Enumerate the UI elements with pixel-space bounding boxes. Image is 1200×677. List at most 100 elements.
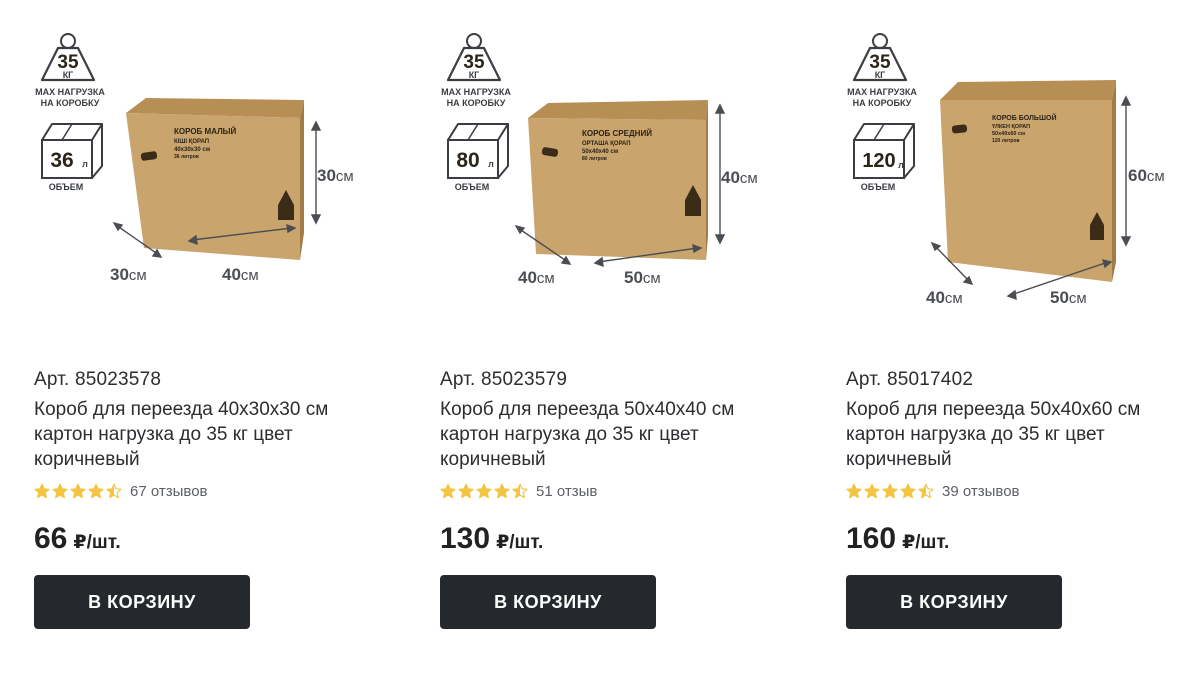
box-print-line2: КІШІ ҚОРАП: [174, 139, 209, 145]
dim-width-unit: см: [643, 270, 661, 287]
dim-width: 50: [624, 268, 643, 287]
cardboard-box-illustration: КОРОБ СРЕДНИЙ ОРТАША ҚОРАП 50х40х40 см 8…: [528, 100, 708, 260]
rating-stars: [34, 483, 122, 499]
product-card[interactable]: 35 КГ MAX НАГРУЗКА НА КОРОБКУ 36 л ОБЪЕМ…: [34, 0, 414, 677]
volume-caption: ОБЪЕМ: [861, 182, 895, 192]
weight-badge-icon: 35 КГ: [40, 33, 96, 82]
weight-caption-line2: НА КОРОБКУ: [447, 98, 506, 108]
box-print-line1: КОРОБ СРЕДНИЙ: [582, 129, 652, 138]
volume-value: 80: [456, 149, 479, 172]
volume-unit: л: [82, 159, 88, 169]
volume-badge-icon: 120 л: [853, 123, 915, 179]
svg-text:50см: 50см: [624, 268, 661, 287]
box-print-line3: 50х40х40 см: [582, 149, 619, 155]
star-full-icon: [52, 483, 68, 499]
volume-caption: ОБЪЕМ: [455, 182, 489, 192]
price-value: 130: [440, 522, 491, 555]
dim-height-unit: см: [740, 170, 758, 187]
weight-caption-line1: MAX НАГРУЗКА: [441, 87, 511, 97]
product-card[interactable]: 35 КГ MAX НАГРУЗКА НА КОРОБКУ 80 л ОБЪЕМ…: [440, 0, 820, 677]
svg-text:60см: 60см: [1128, 166, 1165, 185]
rating[interactable]: 67 отзывов: [34, 482, 208, 500]
weight-caption-line2: НА КОРОБКУ: [853, 98, 912, 108]
star-half-icon: [106, 483, 122, 499]
svg-text:50см: 50см: [1050, 288, 1087, 307]
svg-text:40см: 40см: [222, 265, 259, 284]
price-value: 160: [846, 522, 897, 555]
product-title[interactable]: Короб для переезда 50x40x60 см картон на…: [846, 397, 1186, 472]
volume-badge-icon: 80 л: [447, 123, 509, 179]
svg-text:40см: 40см: [518, 268, 555, 287]
box-print-line2: ҮЛКЕН ҚОРАП: [992, 124, 1030, 130]
weight-badge-icon: 35 КГ: [446, 33, 502, 82]
price-unit: ₽/шт.: [73, 532, 121, 553]
reviews-count[interactable]: 39 отзывов: [942, 483, 1020, 500]
add-to-cart-button[interactable]: В КОРЗИНУ: [846, 575, 1062, 629]
product-title[interactable]: Короб для переезда 40x30x30 см картон на…: [34, 397, 374, 472]
cardboard-box-illustration: КОРОБ БОЛЬШОЙ ҮЛКЕН ҚОРАП 50х40х60 см 12…: [940, 80, 1116, 282]
star-full-icon: [34, 483, 50, 499]
star-full-icon: [440, 483, 456, 499]
svg-text:40см: 40см: [926, 288, 963, 307]
volume-unit: л: [898, 160, 904, 170]
dim-height-unit: см: [1147, 168, 1165, 185]
add-to-cart-button[interactable]: В КОРЗИНУ: [440, 575, 656, 629]
reviews-count[interactable]: 67 отзывов: [130, 483, 208, 500]
star-full-icon: [900, 483, 916, 499]
box-print-line3: 40х30х30 см: [174, 147, 211, 153]
weight-badge-icon: 35 КГ: [852, 33, 908, 82]
price-unit: ₽/шт.: [496, 532, 544, 553]
dim-height: 40: [721, 168, 740, 187]
dim-depth: 40: [926, 288, 945, 307]
star-full-icon: [88, 483, 104, 499]
article-number: Арт. 85023578: [34, 369, 162, 390]
box-print-line4: 36 литров: [174, 154, 199, 160]
rating[interactable]: 39 отзывов: [846, 482, 1020, 500]
weight-caption-line1: MAX НАГРУЗКА: [35, 87, 105, 97]
dim-depth-unit: см: [537, 270, 555, 287]
weight-unit: КГ: [63, 70, 74, 80]
star-full-icon: [458, 483, 474, 499]
add-to-cart-button[interactable]: В КОРЗИНУ: [34, 575, 250, 629]
star-full-icon: [864, 483, 880, 499]
dim-depth: 40: [518, 268, 537, 287]
star-full-icon: [846, 483, 862, 499]
weight-caption-line1: MAX НАГРУЗКА: [847, 87, 917, 97]
article-number: Арт. 85023579: [440, 369, 568, 390]
svg-text:30см: 30см: [317, 166, 354, 185]
product-image[interactable]: 35 КГ MAX НАГРУЗКА НА КОРОБКУ 120 л ОБЪЕ…: [846, 0, 1200, 330]
dim-height: 60: [1128, 166, 1147, 185]
box-print-line2: ОРТАША ҚОРАП: [582, 141, 631, 147]
product-image[interactable]: 35 КГ MAX НАГРУЗКА НА КОРОБКУ 80 л ОБЪЕМ…: [440, 0, 800, 330]
dim-depth-unit: см: [945, 290, 963, 307]
dim-height-unit: см: [336, 168, 354, 185]
cardboard-box-illustration: КОРОБ МАЛЫЙ КІШІ ҚОРАП 40х30х30 см 36 ли…: [126, 98, 304, 260]
star-half-icon: [918, 483, 934, 499]
star-full-icon: [494, 483, 510, 499]
volume-value: 36: [50, 149, 73, 172]
dim-depth-unit: см: [129, 267, 147, 284]
volume-badge-icon: 36 л: [41, 123, 103, 179]
star-full-icon: [70, 483, 86, 499]
box-print-line4: 120 литров: [992, 138, 1020, 144]
rating-stars: [846, 483, 934, 499]
volume-value: 120: [862, 150, 895, 172]
svg-text:30см: 30см: [110, 265, 147, 284]
product-card[interactable]: 35 КГ MAX НАГРУЗКА НА КОРОБКУ 120 л ОБЪЕ…: [846, 0, 1200, 677]
weight-caption-line2: НА КОРОБКУ: [41, 98, 100, 108]
box-print-line1: КОРОБ МАЛЫЙ: [174, 127, 237, 136]
dim-height: 30: [317, 166, 336, 185]
product-image[interactable]: 35 КГ MAX НАГРУЗКА НА КОРОБКУ 36 л ОБЪЕМ…: [34, 0, 394, 330]
article-number: Арт. 85017402: [846, 369, 974, 390]
rating[interactable]: 51 отзыв: [440, 482, 597, 500]
dim-width: 40: [222, 265, 241, 284]
rating-stars: [440, 483, 528, 499]
price: 66 ₽/шт.: [34, 522, 121, 556]
product-title[interactable]: Короб для переезда 50x40x40 см картон на…: [440, 397, 780, 472]
reviews-count[interactable]: 51 отзыв: [536, 483, 597, 500]
box-print-line1: КОРОБ БОЛЬШОЙ: [992, 113, 1056, 122]
star-half-icon: [512, 483, 528, 499]
star-full-icon: [882, 483, 898, 499]
price-value: 66: [34, 522, 68, 555]
dim-width-unit: см: [241, 267, 259, 284]
